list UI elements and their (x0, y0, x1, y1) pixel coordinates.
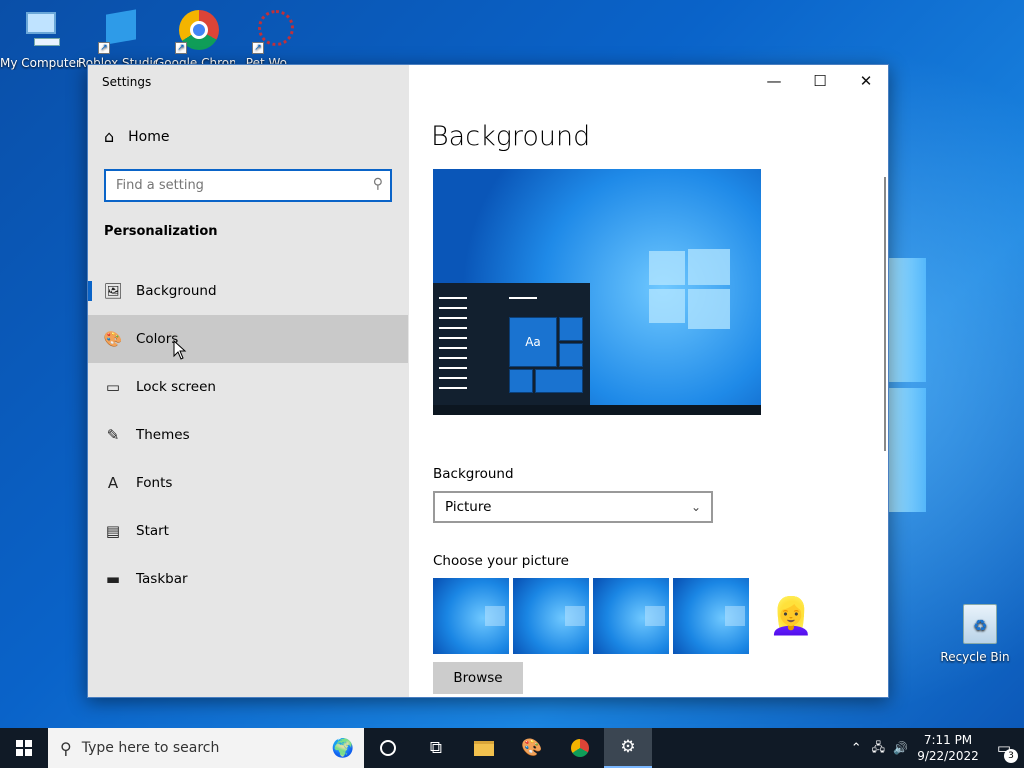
volume-icon[interactable]: 🔊 (889, 741, 912, 755)
taskbar-icon: ▬ (105, 570, 121, 588)
palette-icon: 🎨 (103, 330, 123, 348)
system-tray: ⌃ 🖧 🔊 7:11 PM 9/22/2022 ▭ 3 (845, 728, 1024, 768)
chevron-up-icon[interactable]: ⌃ (845, 741, 868, 756)
start-icon: ▤ (105, 522, 121, 540)
notification-center-button[interactable]: ▭ 3 (984, 739, 1024, 763)
sidebar: Settings ⌂ Home ⚲ Personalization 🖼 Back… (88, 65, 409, 697)
search-highlight-icon: 🌍 (331, 737, 354, 759)
picture-thumbnail[interactable] (433, 578, 509, 654)
folder-icon (474, 740, 494, 756)
chevron-down-icon: ⌄ (690, 500, 701, 514)
start-button[interactable] (0, 728, 48, 768)
desktop-windows-logo (888, 258, 928, 513)
windows-icon (16, 740, 32, 756)
sidebar-item-themes[interactable]: ✎ Themes (88, 411, 408, 459)
cortana-icon (380, 740, 396, 756)
picture-thumbnail[interactable] (513, 578, 589, 654)
sidebar-item-label: Lock screen (136, 379, 216, 395)
settings-taskbar-button[interactable]: ⚙ (604, 728, 652, 768)
sidebar-item-label: Colors (136, 331, 179, 347)
sidebar-item-label: Start (136, 523, 169, 539)
home-label: Home (128, 128, 170, 145)
background-dropdown[interactable]: Picture ⌄ (433, 491, 713, 523)
desktop-icon-recycle-bin[interactable]: ♻ Recycle Bin (935, 602, 1015, 664)
notification-count-badge: 3 (1004, 749, 1018, 763)
sidebar-item-label: Fonts (136, 475, 173, 491)
sidebar-item-background[interactable]: 🖼 Background (88, 267, 408, 315)
chrome-icon (571, 739, 589, 757)
task-view-button[interactable]: ⧉ (412, 728, 460, 768)
home-icon: ⌂ (104, 127, 115, 146)
roblox-studio-icon: ↗ (94, 8, 142, 54)
chrome-taskbar-button[interactable] (556, 728, 604, 768)
picture-thumbnail[interactable] (673, 578, 749, 654)
scrollbar[interactable] (884, 177, 886, 451)
pet-world-icon: ↗ (248, 8, 296, 54)
desktop-icon-chrome[interactable]: ↗ Google Chrome (155, 8, 235, 70)
clock-time: 7:11 PM (923, 733, 973, 747)
sidebar-item-label: Taskbar (136, 571, 188, 587)
network-icon[interactable]: 🖧 (868, 738, 889, 759)
sidebar-item-start[interactable]: ▤ Start (88, 507, 408, 555)
desktop-icon-my-computer[interactable]: My Computer (0, 8, 80, 70)
sidebar-item-label: Themes (136, 427, 190, 443)
taskbar: ⚲ Type here to search 🌍 ⧉ 🎨 ⚙ ⌃ 🖧 🔊 7:11… (0, 728, 1024, 768)
taskbar-search-placeholder: Type here to search (81, 740, 220, 756)
search-icon: ⚲ (372, 176, 383, 192)
sidebar-item-fonts[interactable]: A Fonts (88, 459, 408, 507)
search-icon: ⚲ (60, 738, 72, 758)
sidebar-item-lock-screen[interactable]: ▭ Lock screen (88, 363, 408, 411)
sidebar-item-taskbar[interactable]: ▬ Taskbar (88, 555, 408, 603)
picture-thumbnail[interactable] (593, 578, 669, 654)
choose-picture-label: Choose your picture (433, 553, 569, 569)
section-title: Personalization (104, 224, 218, 239)
browse-button[interactable]: Browse (433, 662, 523, 694)
search-box[interactable]: ⚲ (104, 169, 392, 202)
cortana-button[interactable] (364, 728, 412, 768)
picture-icon: 🖼 (103, 282, 123, 300)
clock[interactable]: 7:11 PM 9/22/2022 (912, 732, 984, 764)
fonts-icon: A (107, 474, 119, 492)
main-content: Background Aa Background Picture ⌄ Choos… (409, 65, 888, 697)
background-label: Background (433, 466, 514, 482)
gear-icon: ⚙ (620, 737, 636, 757)
sidebar-item-label: Background (136, 283, 217, 299)
clock-date: 9/22/2022 (917, 749, 979, 763)
character-picture-thumbnail[interactable]: 👱‍♀️ (763, 578, 819, 654)
lock-screen-icon: ▭ (105, 378, 121, 396)
preview-tile: Aa (509, 317, 557, 367)
paint-button[interactable]: 🎨 (508, 728, 556, 768)
desktop-icon-pet-world[interactable]: ↗ Pet Wo... (232, 8, 312, 70)
mouse-cursor (173, 339, 187, 364)
paint-icon: 🎨 (521, 738, 543, 758)
home-nav-item[interactable]: ⌂ Home (104, 127, 170, 146)
window-title: Settings (102, 75, 152, 89)
themes-icon: ✎ (106, 426, 120, 444)
task-view-icon: ⧉ (429, 738, 443, 758)
recycle-bin-icon: ♻ (951, 602, 999, 648)
preview-start-menu: Aa (433, 283, 590, 405)
page-title: Background (431, 121, 591, 152)
picture-thumbnails: 👱‍♀️ (433, 578, 819, 654)
settings-window: Settings ⌂ Home ⚲ Personalization 🖼 Back… (87, 64, 889, 698)
sidebar-item-colors[interactable]: 🎨 Colors (88, 315, 408, 363)
background-preview: Aa (433, 169, 761, 415)
taskbar-search-box[interactable]: ⚲ Type here to search 🌍 (48, 728, 364, 768)
search-input[interactable] (106, 171, 356, 200)
computer-icon (16, 8, 64, 54)
background-dropdown-value: Picture (445, 499, 492, 515)
file-explorer-button[interactable] (460, 728, 508, 768)
desktop-icon-roblox-studio[interactable]: ↗ Roblox Studio (78, 8, 158, 70)
chrome-icon: ↗ (171, 8, 219, 54)
